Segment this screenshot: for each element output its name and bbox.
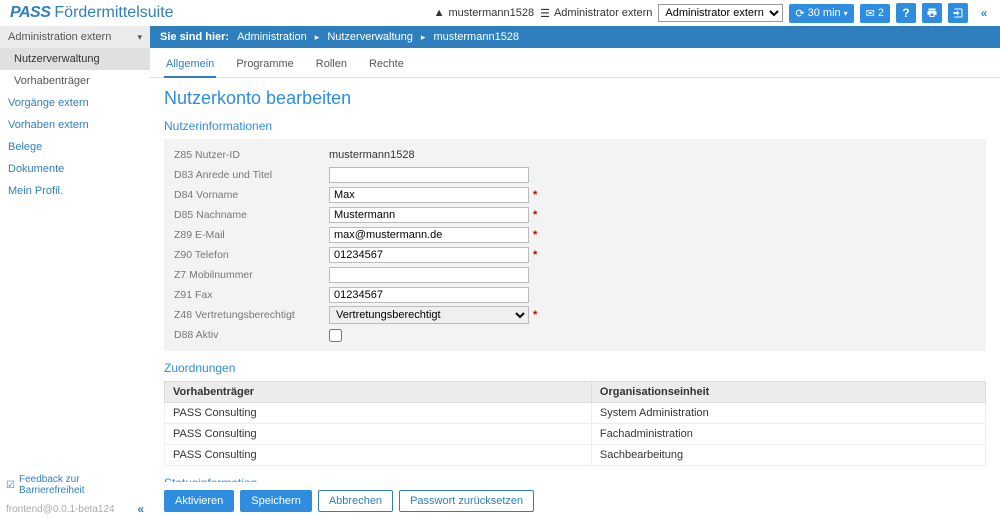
sidebar-link-profil[interactable]: Mein Profil. xyxy=(0,180,150,202)
label-aktiv: D88 Aktiv xyxy=(174,329,329,341)
table-zuordnungen: Vorhabenträger Organisationseinheit PASS… xyxy=(164,381,986,466)
role-label: Administrator extern xyxy=(554,7,652,19)
print-icon xyxy=(926,7,938,19)
label-anrede: D83 Anrede und Titel xyxy=(174,169,329,181)
logout-icon xyxy=(952,7,964,19)
tab-allgemein[interactable]: Allgemein xyxy=(164,54,216,78)
tab-rollen[interactable]: Rollen xyxy=(314,54,349,77)
speichern-button[interactable]: Speichern xyxy=(240,490,312,512)
sidebar-link-dokumente[interactable]: Dokumente xyxy=(0,158,150,180)
current-user: ▲ mustermann1528 xyxy=(434,7,535,19)
brand: PASS Fördermittelsuite xyxy=(6,4,174,22)
tabs: Allgemein Programme Rollen Rechte xyxy=(150,48,1000,78)
breadcrumb-label: Sie sind hier: xyxy=(160,31,229,43)
label-vertret: Z48 Vertretungsberechtigt xyxy=(174,309,329,321)
brand-suite: Fördermittelsuite xyxy=(54,4,173,22)
label-mobil: Z7 Mobilnummer xyxy=(174,269,329,281)
section-zuordnungen-title: Zuordnungen xyxy=(164,361,986,375)
role-select[interactable]: Administrator extern xyxy=(658,4,783,22)
table-row: PASS ConsultingSystem Administration xyxy=(165,403,986,424)
print-button[interactable] xyxy=(922,3,942,23)
logout-button[interactable] xyxy=(948,3,968,23)
value-nutzerid: mustermann1528 xyxy=(329,149,415,161)
brand-pass: PASS xyxy=(10,4,50,22)
content: Nutzerkonto bearbeiten Nutzerinformation… xyxy=(150,78,1000,482)
breadcrumb-sep-icon: ▸ xyxy=(421,32,426,43)
input-vorname[interactable] xyxy=(329,187,529,203)
checkbox-aktiv[interactable] xyxy=(329,329,342,342)
required-icon: * xyxy=(533,229,537,241)
sidebar-item-vorhabentraeger[interactable]: Vorhabenträger xyxy=(0,70,150,92)
input-telefon[interactable] xyxy=(329,247,529,263)
label-nutzerid: Z85 Nutzer-ID xyxy=(174,149,329,161)
label-email: Z89 E-Mail xyxy=(174,229,329,241)
sidebar-collapse-button[interactable]: « xyxy=(137,502,144,516)
mail-count: 2 xyxy=(878,7,884,19)
sidebar-link-belege[interactable]: Belege xyxy=(0,136,150,158)
tab-rechte[interactable]: Rechte xyxy=(367,54,406,77)
expand-icon: « xyxy=(981,6,988,20)
page-title: Nutzerkonto bearbeiten xyxy=(164,88,986,109)
select-vertret[interactable]: Vertretungsberechtigt xyxy=(329,306,529,324)
expand-button[interactable]: « xyxy=(974,3,994,23)
label-fax: Z91 Fax xyxy=(174,289,329,301)
version-label: frontend@0.0.1-beta124 « xyxy=(0,500,150,520)
required-icon: * xyxy=(533,209,537,221)
mail-icon: ✉ xyxy=(866,7,875,20)
label-telefon: Z90 Telefon xyxy=(174,249,329,261)
sidebar-section-admin[interactable]: Administration extern ▾ xyxy=(0,26,150,48)
feedback-link[interactable]: ☑ Feedback zur Barrierefreiheit xyxy=(0,470,150,500)
action-bar: Aktivieren Speichern Abbrechen Passwort … xyxy=(150,482,1000,520)
top-right: ▲ mustermann1528 ☰ Administrator extern … xyxy=(434,3,994,23)
sidebar-item-nutzerverwaltung[interactable]: Nutzerverwaltung xyxy=(0,48,150,70)
table-row: PASS ConsultingSachbearbeitung xyxy=(165,445,986,466)
help-icon: ? xyxy=(902,6,909,20)
chevron-down-icon: ▾ xyxy=(137,32,142,43)
main: Sie sind hier: Administration ▸ Nutzerve… xyxy=(150,26,1000,520)
passwort-reset-button[interactable]: Passwort zurücksetzen xyxy=(399,490,534,512)
th-vorhabentraeger: Vorhabenträger xyxy=(165,382,592,403)
input-nachname[interactable] xyxy=(329,207,529,223)
username: mustermann1528 xyxy=(448,7,534,19)
role-icon: ☰ xyxy=(540,7,550,20)
comment-icon: ☑ xyxy=(6,480,15,491)
session-timer-button[interactable]: ⟳ 30 min ▾ xyxy=(789,4,853,23)
dropdown-icon: ▾ xyxy=(844,9,848,18)
abbrechen-button[interactable]: Abbrechen xyxy=(318,490,393,512)
required-icon: * xyxy=(533,249,537,261)
tab-programme[interactable]: Programme xyxy=(234,54,295,77)
timer-value: 30 min xyxy=(808,7,841,19)
required-icon: * xyxy=(533,309,537,321)
sidebar-section-label: Administration extern xyxy=(8,31,111,43)
required-icon: * xyxy=(533,189,537,201)
table-row: PASS ConsultingFachadministration xyxy=(165,424,986,445)
breadcrumb-sep-icon: ▸ xyxy=(315,32,320,43)
input-email[interactable] xyxy=(329,227,529,243)
current-role: ☰ Administrator extern xyxy=(540,7,652,20)
form-nutzerinfo: Z85 Nutzer-IDmustermann1528 D83 Anrede u… xyxy=(164,139,986,351)
sidebar-link-vorgaenge[interactable]: Vorgänge extern xyxy=(0,92,150,114)
aktivieren-button[interactable]: Aktivieren xyxy=(164,490,234,512)
th-orgeinheit: Organisationseinheit xyxy=(591,382,985,403)
help-button[interactable]: ? xyxy=(896,3,916,23)
top-bar: PASS Fördermittelsuite ▲ mustermann1528 … xyxy=(0,0,1000,26)
input-anrede[interactable] xyxy=(329,167,529,183)
input-fax[interactable] xyxy=(329,287,529,303)
section-nutzerinfo-title: Nutzerinformationen xyxy=(164,119,986,133)
label-nachname: D85 Nachname xyxy=(174,209,329,221)
input-mobil[interactable] xyxy=(329,267,529,283)
sidebar: Administration extern ▾ Nutzerverwaltung… xyxy=(0,26,150,520)
mail-button[interactable]: ✉ 2 xyxy=(860,4,890,23)
user-icon: ▲ xyxy=(434,7,445,19)
breadcrumb-item[interactable]: mustermann1528 xyxy=(433,31,519,43)
label-vorname: D84 Vorname xyxy=(174,189,329,201)
breadcrumb-item[interactable]: Nutzerverwaltung xyxy=(327,31,413,43)
breadcrumb: Sie sind hier: Administration ▸ Nutzerve… xyxy=(150,26,1000,48)
breadcrumb-item[interactable]: Administration xyxy=(237,31,307,43)
sidebar-link-vorhaben[interactable]: Vorhaben extern xyxy=(0,114,150,136)
refresh-icon: ⟳ xyxy=(795,7,804,20)
